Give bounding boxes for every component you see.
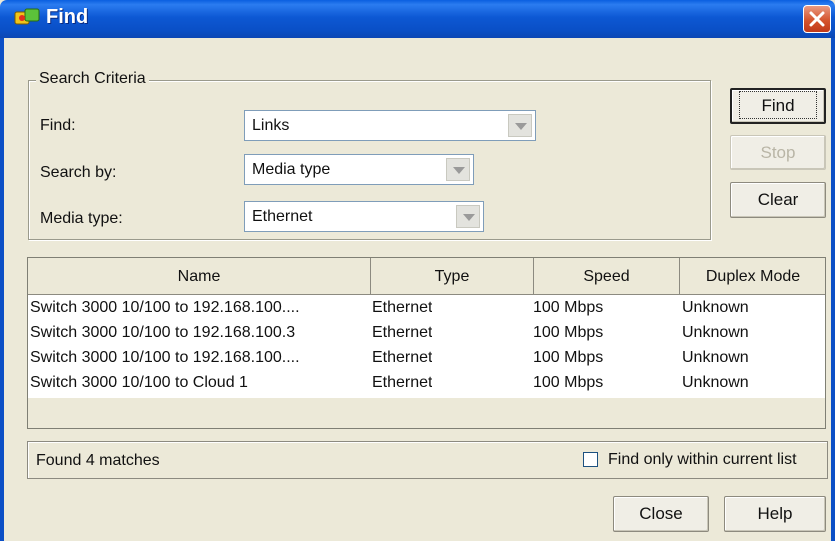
column-header-name[interactable]: Name — [28, 258, 371, 295]
stop-button-label: Stop — [760, 143, 796, 162]
search-by-label: Search by: — [40, 164, 117, 181]
find-label: Find: — [40, 117, 76, 134]
cell-duplex-mode: Unknown — [682, 374, 749, 391]
close-button[interactable]: Close — [613, 496, 709, 532]
find-within-list-checkbox[interactable] — [583, 452, 598, 467]
cell-speed: 100 Mbps — [533, 324, 604, 341]
chevron-down-icon[interactable] — [446, 158, 470, 181]
chevron-down-icon[interactable] — [508, 114, 532, 137]
find-within-list-label[interactable]: Find only within current list — [608, 451, 797, 469]
table-row[interactable]: Switch 3000 10/100 to Cloud 1 Ethernet 1… — [28, 372, 825, 397]
column-header-duplex-mode[interactable]: Duplex Mode — [680, 258, 825, 295]
status-panel: Found 4 matches Find only within current… — [27, 441, 828, 479]
cell-duplex-mode: Unknown — [682, 349, 749, 366]
results-table[interactable]: Name Type Speed Duplex Mode Switch 3000 … — [27, 257, 826, 429]
cell-name: Switch 3000 10/100 to Cloud 1 — [30, 374, 248, 391]
cell-duplex-mode: Unknown — [682, 324, 749, 341]
cell-speed: 100 Mbps — [533, 374, 604, 391]
chevron-down-icon[interactable] — [456, 205, 480, 228]
find-button-label: Find — [739, 91, 817, 119]
table-row[interactable]: Switch 3000 10/100 to 192.168.100.3 Ethe… — [28, 322, 825, 347]
help-button[interactable]: Help — [724, 496, 826, 532]
table-row[interactable]: Switch 3000 10/100 to 192.168.100.... Et… — [28, 297, 825, 322]
media-type-label: Media type: — [40, 210, 123, 227]
close-icon — [809, 11, 825, 27]
cell-speed: 100 Mbps — [533, 349, 604, 366]
cell-duplex-mode: Unknown — [682, 299, 749, 316]
window-title: Find — [46, 6, 89, 28]
window-frame-right — [831, 38, 835, 541]
cell-type: Ethernet — [372, 299, 433, 316]
cell-name: Switch 3000 10/100 to 192.168.100.... — [30, 299, 300, 316]
close-button-label: Close — [639, 504, 683, 523]
media-type-dropdown-value: Ethernet — [252, 208, 313, 225]
table-empty-area — [28, 398, 825, 428]
cell-type: Ethernet — [372, 374, 433, 391]
find-dropdown[interactable]: Links — [244, 110, 536, 141]
clear-button-label: Clear — [757, 190, 799, 209]
cell-type: Ethernet — [372, 349, 433, 366]
cell-type: Ethernet — [372, 324, 433, 341]
cell-name: Switch 3000 10/100 to 192.168.100.3 — [30, 324, 296, 341]
column-header-type[interactable]: Type — [371, 258, 534, 295]
clear-button[interactable]: Clear — [730, 182, 826, 218]
media-type-dropdown[interactable]: Ethernet — [244, 201, 484, 232]
stop-button[interactable]: Stop — [730, 135, 826, 170]
find-button[interactable]: Find — [730, 88, 826, 124]
cell-speed: 100 Mbps — [533, 299, 604, 316]
search-criteria-legend: Search Criteria — [36, 70, 149, 88]
find-app-icon — [14, 6, 40, 30]
table-row[interactable]: Switch 3000 10/100 to 192.168.100.... Et… — [28, 347, 825, 372]
help-button-label: Help — [757, 504, 793, 523]
search-by-dropdown-value: Media type — [252, 161, 331, 178]
search-by-dropdown[interactable]: Media type — [244, 154, 474, 185]
window-frame-left — [0, 38, 4, 541]
matches-count-text: Found 4 matches — [36, 452, 160, 469]
find-dropdown-value: Links — [252, 117, 290, 134]
cell-name: Switch 3000 10/100 to 192.168.100.... — [30, 349, 300, 366]
column-header-speed[interactable]: Speed — [534, 258, 680, 295]
table-header: Name Type Speed Duplex Mode — [28, 258, 825, 295]
close-window-button[interactable] — [803, 5, 831, 33]
title-bar: Find — [0, 0, 835, 38]
